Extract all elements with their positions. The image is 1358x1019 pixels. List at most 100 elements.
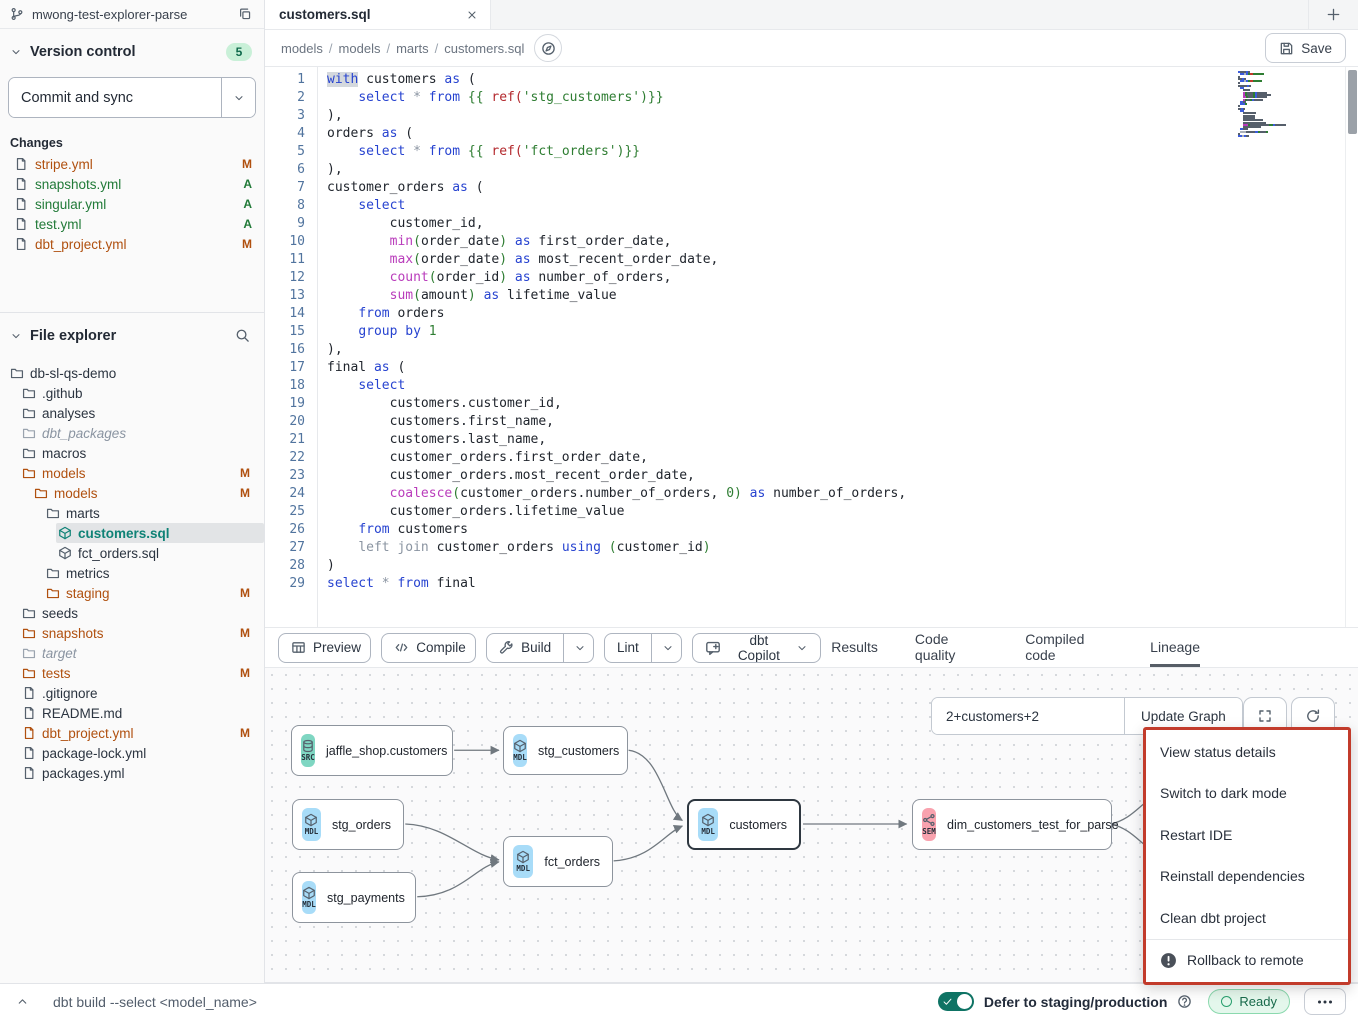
- tree-item-macros[interactable]: macros: [0, 443, 264, 463]
- lint-button[interactable]: Lint: [605, 634, 651, 662]
- tree-item-.gitignore[interactable]: .gitignore: [0, 683, 264, 703]
- tree-item-README.md[interactable]: README.md: [0, 703, 264, 723]
- preview-button[interactable]: Preview: [279, 634, 371, 662]
- code-line[interactable]: from customers: [327, 521, 1358, 539]
- lineage-node-customers[interactable]: MDLcustomers: [687, 799, 801, 850]
- help-icon[interactable]: [1177, 994, 1192, 1009]
- tree-item-staging[interactable]: stagingM: [0, 583, 264, 603]
- tree-item-.github[interactable]: .github: [0, 383, 264, 403]
- code-line[interactable]: ): [327, 557, 1358, 575]
- lint-options-button[interactable]: [651, 634, 683, 662]
- code-editor[interactable]: 1234567891011121314151617181920212223242…: [265, 67, 1358, 627]
- code-line[interactable]: customers.last_name,: [327, 431, 1358, 449]
- dbt-copilot-button[interactable]: dbt Copilot: [693, 634, 820, 662]
- breadcrumb-item[interactable]: models: [281, 41, 323, 56]
- code-line[interactable]: coalesce(customer_orders.number_of_order…: [327, 485, 1358, 503]
- breadcrumb-item[interactable]: models: [339, 41, 381, 56]
- tree-item-db-sl-qs-demo[interactable]: db-sl-qs-demo: [0, 363, 264, 383]
- code-line[interactable]: with customers as (: [327, 71, 1358, 89]
- minimap[interactable]: [1238, 71, 1296, 138]
- changed-file-row[interactable]: test.yml A: [0, 214, 264, 234]
- tab-customers-sql[interactable]: customers.sql: [265, 0, 491, 29]
- code-line[interactable]: left join customer_orders using (custome…: [327, 539, 1358, 557]
- code-line[interactable]: customer_orders.lifetime_value: [327, 503, 1358, 521]
- code-line[interactable]: min(order_date) as first_order_date,: [327, 233, 1358, 251]
- changed-file-row[interactable]: singular.yml A: [0, 194, 264, 214]
- expand-console-button[interactable]: [14, 993, 31, 1010]
- tree-item-dbt_packages[interactable]: dbt_packages: [0, 423, 264, 443]
- code-line[interactable]: final as (: [327, 359, 1358, 377]
- lineage-node-stg_customers[interactable]: MDLstg_customers: [503, 726, 628, 775]
- code-line[interactable]: customer_id,: [327, 215, 1358, 233]
- open-in-explorer-button[interactable]: [534, 34, 562, 62]
- file-search-button[interactable]: [233, 326, 252, 345]
- dbt-command-input[interactable]: [53, 994, 938, 1010]
- code-line[interactable]: select * from {{ ref('stg_customers')}}: [327, 89, 1358, 107]
- code-line[interactable]: customer_orders.most_recent_order_date,: [327, 467, 1358, 485]
- changed-file-row[interactable]: stripe.yml M: [0, 154, 264, 174]
- scrollbar-thumb[interactable]: [1348, 70, 1357, 134]
- code-line[interactable]: customers.first_name,: [327, 413, 1358, 431]
- tab-lineage[interactable]: Lineage: [1150, 628, 1200, 667]
- tree-item-marts[interactable]: marts: [0, 503, 264, 523]
- code-line[interactable]: orders as (: [327, 125, 1358, 143]
- defer-toggle[interactable]: [938, 992, 974, 1011]
- compile-button[interactable]: Compile: [382, 634, 476, 662]
- tab-results[interactable]: Results: [831, 628, 878, 667]
- new-tab-button[interactable]: [1308, 0, 1358, 29]
- lineage-node-dim_customers_test_for_parse[interactable]: SEMdim_customers_test_for_parse: [912, 799, 1112, 850]
- code-line[interactable]: select: [327, 377, 1358, 395]
- breadcrumb-item[interactable]: marts: [396, 41, 429, 56]
- code-line[interactable]: from orders: [327, 305, 1358, 323]
- lineage-node-stg_payments[interactable]: MDLstg_payments: [292, 872, 416, 923]
- tree-item-target[interactable]: target: [0, 643, 264, 663]
- tree-item-packages.yml[interactable]: packages.yml: [0, 763, 264, 783]
- code-line[interactable]: select: [327, 197, 1358, 215]
- tab-code-quality[interactable]: Code quality: [915, 628, 988, 667]
- tab-compiled-code[interactable]: Compiled code: [1025, 628, 1113, 667]
- lineage-node-jaffle_shop.customers[interactable]: SRCjaffle_shop.customers: [291, 725, 453, 776]
- tree-item-seeds[interactable]: seeds: [0, 603, 264, 623]
- commit-options-button[interactable]: [221, 78, 255, 117]
- ide-status-button[interactable]: Ready: [1208, 989, 1290, 1014]
- tree-item-models[interactable]: modelsM: [0, 483, 264, 503]
- save-button[interactable]: Save: [1265, 33, 1346, 63]
- code-line[interactable]: sum(amount) as lifetime_value: [327, 287, 1358, 305]
- changed-file-row[interactable]: dbt_project.yml M: [0, 234, 264, 254]
- tree-item-fct_orders.sql[interactable]: fct_orders.sql: [0, 543, 264, 563]
- tree-item-metrics[interactable]: metrics: [0, 563, 264, 583]
- code-line[interactable]: count(order_id) as number_of_orders,: [327, 269, 1358, 287]
- code-line[interactable]: ),: [327, 107, 1358, 125]
- close-tab-button[interactable]: [464, 7, 480, 23]
- menu-item-switch-to-dark-mode[interactable]: Switch to dark mode: [1146, 773, 1348, 815]
- lineage-search-input[interactable]: [932, 698, 1124, 734]
- tree-item-models[interactable]: modelsM: [0, 463, 264, 483]
- code-line[interactable]: ),: [327, 341, 1358, 359]
- build-options-button[interactable]: [563, 634, 594, 662]
- code-line[interactable]: max(order_date) as most_recent_order_dat…: [327, 251, 1358, 269]
- lineage-node-fct_orders[interactable]: MDLfct_orders: [503, 836, 613, 887]
- menu-item-restart-ide[interactable]: Restart IDE: [1146, 814, 1348, 856]
- menu-item-clean-dbt-project[interactable]: Clean dbt project: [1146, 897, 1348, 939]
- more-options-button[interactable]: [1304, 988, 1346, 1015]
- tree-item-dbt_project.yml[interactable]: dbt_project.ymlM: [0, 723, 264, 743]
- copy-branch-button[interactable]: [236, 5, 254, 23]
- tree-item-analyses[interactable]: analyses: [0, 403, 264, 423]
- changed-file-row[interactable]: snapshots.yml A: [0, 174, 264, 194]
- breadcrumb-item[interactable]: customers.sql: [444, 41, 524, 56]
- editor-scrollbar[interactable]: [1345, 67, 1358, 627]
- tree-item-customers.sql[interactable]: customers.sql: [0, 523, 264, 543]
- code-line[interactable]: select * from {{ ref('fct_orders')}}: [327, 143, 1358, 161]
- menu-item-reinstall-dependencies[interactable]: Reinstall dependencies: [1146, 856, 1348, 898]
- version-control-header[interactable]: Version control 5: [0, 29, 264, 69]
- code-line[interactable]: ),: [327, 161, 1358, 179]
- tree-item-snapshots[interactable]: snapshotsM: [0, 623, 264, 643]
- code-line[interactable]: customer_orders as (: [327, 179, 1358, 197]
- code-line[interactable]: select * from final: [327, 575, 1358, 593]
- menu-item-rollback-to-remote[interactable]: Rollback to remote: [1146, 940, 1348, 982]
- tree-item-tests[interactable]: testsM: [0, 663, 264, 683]
- code-line[interactable]: customer_orders.first_order_date,: [327, 449, 1358, 467]
- build-button[interactable]: Build: [487, 634, 563, 662]
- tree-item-package-lock.yml[interactable]: package-lock.yml: [0, 743, 264, 763]
- commit-and-sync-button[interactable]: Commit and sync: [9, 78, 221, 117]
